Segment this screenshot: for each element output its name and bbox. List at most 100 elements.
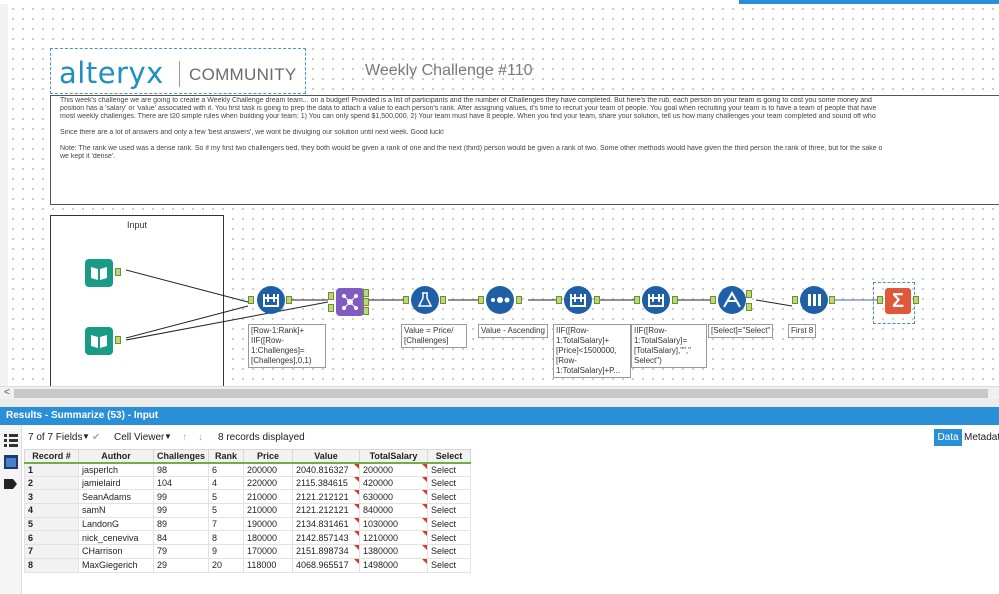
- input-data-tool-2[interactable]: [85, 327, 113, 355]
- table-cell[interactable]: samN: [78, 503, 154, 518]
- output-anchor[interactable]: [516, 296, 522, 304]
- chevron-down-icon[interactable]: ▼: [164, 432, 172, 441]
- record-number-cell[interactable]: 6: [24, 530, 79, 546]
- column-header[interactable]: TotalSalary: [359, 449, 429, 464]
- table-cell[interactable]: jamielaird: [78, 475, 154, 491]
- sample-tool[interactable]: [800, 286, 828, 314]
- tab-data[interactable]: Data: [934, 429, 962, 446]
- table-cell[interactable]: CHarrison: [78, 544, 154, 559]
- record-number-cell[interactable]: 5: [24, 516, 79, 532]
- table-cell[interactable]: MaxGiegerich: [78, 557, 154, 573]
- tag-icon[interactable]: [4, 477, 18, 491]
- scroll-left-arrow-icon[interactable]: <: [4, 387, 10, 398]
- table-cell[interactable]: 210000: [243, 503, 294, 518]
- table-cell[interactable]: jasperlch: [78, 462, 154, 477]
- input-anchor[interactable]: [328, 292, 334, 300]
- input-anchor[interactable]: [556, 296, 562, 304]
- panel-divider[interactable]: [0, 399, 999, 407]
- record-number-cell[interactable]: 4: [24, 503, 79, 518]
- table-cell[interactable]: 2142.857143: [292, 530, 361, 546]
- table-row[interactable]: 1 jasperlch 98 6 200000 2040.816327 200000 Sele…: [24, 462, 472, 477]
- input-anchor[interactable]: [634, 296, 640, 304]
- multi-row-formula-tool-3[interactable]: [642, 286, 670, 314]
- chevron-down-icon[interactable]: ▼: [82, 432, 90, 441]
- table-cell[interactable]: 9: [208, 544, 245, 559]
- table-cell[interactable]: 200000: [243, 462, 294, 477]
- table-cell[interactable]: 29: [152, 557, 210, 573]
- table-cell[interactable]: nick_ceneviva: [78, 530, 154, 546]
- table-cell[interactable]: 104: [152, 475, 210, 491]
- filter-tool[interactable]: [718, 286, 746, 314]
- table-cell[interactable]: 98: [152, 462, 210, 477]
- table-cell[interactable]: 2151.898734: [292, 544, 361, 559]
- table-view-icon[interactable]: [4, 455, 18, 469]
- table-cell[interactable]: 4: [208, 475, 245, 491]
- table-row[interactable]: 6 nick_ceneviva 84 8 180000 2142.857143 121000…: [24, 530, 472, 546]
- table-cell[interactable]: 840000: [359, 503, 429, 518]
- record-number-cell[interactable]: 8: [24, 557, 79, 573]
- table-row[interactable]: 4 samN 99 5 210000 2121.212121 840000 Select: [24, 503, 472, 518]
- input-anchor[interactable]: [478, 296, 484, 304]
- table-cell[interactable]: 200000: [359, 462, 429, 477]
- table-cell[interactable]: 2134.831461: [292, 516, 361, 532]
- output-anchor[interactable]: [363, 307, 369, 315]
- table-cell[interactable]: 99: [152, 503, 210, 518]
- table-cell[interactable]: Select: [427, 530, 472, 546]
- table-cell[interactable]: 20: [208, 557, 245, 573]
- formula-tool[interactable]: [411, 286, 439, 314]
- column-header[interactable]: Select: [427, 449, 472, 464]
- table-cell[interactable]: 1498000: [359, 557, 429, 573]
- table-cell[interactable]: 1030000: [359, 516, 429, 532]
- table-row[interactable]: 5 LandonG 89 7 190000 2134.831461 1030000 Selec…: [24, 516, 472, 532]
- table-cell[interactable]: 180000: [243, 530, 294, 546]
- sort-tool[interactable]: [486, 286, 514, 314]
- fields-selector[interactable]: 7 of 7 Fields: [28, 432, 82, 443]
- table-row[interactable]: 7 CHarrison 79 9 170000 2151.898734 1380000 Sel…: [24, 544, 472, 559]
- input-anchor[interactable]: [877, 296, 883, 304]
- filter-false-anchor[interactable]: [746, 303, 752, 311]
- multi-row-formula-tool[interactable]: [257, 286, 285, 314]
- table-cell[interactable]: 5: [208, 489, 245, 505]
- join-tool[interactable]: [336, 288, 364, 316]
- arrow-up-icon[interactable]: ↑: [182, 432, 187, 443]
- table-cell[interactable]: Select: [427, 516, 472, 532]
- input-anchor[interactable]: [328, 304, 334, 312]
- column-header[interactable]: Record #: [24, 449, 79, 464]
- arrow-down-icon[interactable]: ↓: [198, 432, 203, 443]
- table-cell[interactable]: SeanAdams: [78, 489, 154, 505]
- column-header[interactable]: Rank: [208, 449, 245, 464]
- table-cell[interactable]: 1380000: [359, 544, 429, 559]
- check-icon[interactable]: ✔: [92, 432, 100, 443]
- summarize-tool[interactable]: Σ: [885, 288, 911, 314]
- input-data-tool-1[interactable]: [85, 259, 113, 287]
- table-cell[interactable]: 2040.816327: [292, 462, 361, 477]
- table-cell[interactable]: Select: [427, 489, 472, 505]
- table-cell[interactable]: Select: [427, 475, 472, 491]
- table-cell[interactable]: 2115.384615: [292, 475, 361, 491]
- table-cell[interactable]: 7: [208, 516, 245, 532]
- table-cell[interactable]: 99: [152, 489, 210, 505]
- output-anchor[interactable]: [115, 268, 121, 276]
- record-number-cell[interactable]: 3: [24, 489, 79, 505]
- table-cell[interactable]: 2121.212121: [292, 489, 361, 505]
- table-cell[interactable]: 630000: [359, 489, 429, 505]
- output-anchor[interactable]: [594, 296, 600, 304]
- record-number-cell[interactable]: 7: [24, 544, 79, 559]
- table-cell[interactable]: 118000: [243, 557, 294, 573]
- scroll-thumb[interactable]: [14, 389, 988, 398]
- column-header[interactable]: Author: [78, 449, 154, 464]
- output-anchor[interactable]: [286, 296, 292, 304]
- canvas-horizontal-scrollbar[interactable]: <: [0, 386, 999, 399]
- table-cell[interactable]: 220000: [243, 475, 294, 491]
- tab-metadata[interactable]: Metadat: [961, 429, 999, 446]
- record-number-cell[interactable]: 2: [24, 475, 79, 491]
- output-anchor[interactable]: [363, 298, 369, 306]
- table-cell[interactable]: Select: [427, 503, 472, 518]
- output-anchor[interactable]: [829, 296, 835, 304]
- table-row[interactable]: 2 jamielaird 104 4 220000 2115.384615 420000 Se…: [24, 475, 472, 491]
- cell-viewer-selector[interactable]: Cell Viewer: [114, 432, 164, 443]
- table-cell[interactable]: 1210000: [359, 530, 429, 546]
- table-cell[interactable]: 6: [208, 462, 245, 477]
- input-anchor[interactable]: [710, 296, 716, 304]
- table-cell[interactable]: LandonG: [78, 516, 154, 532]
